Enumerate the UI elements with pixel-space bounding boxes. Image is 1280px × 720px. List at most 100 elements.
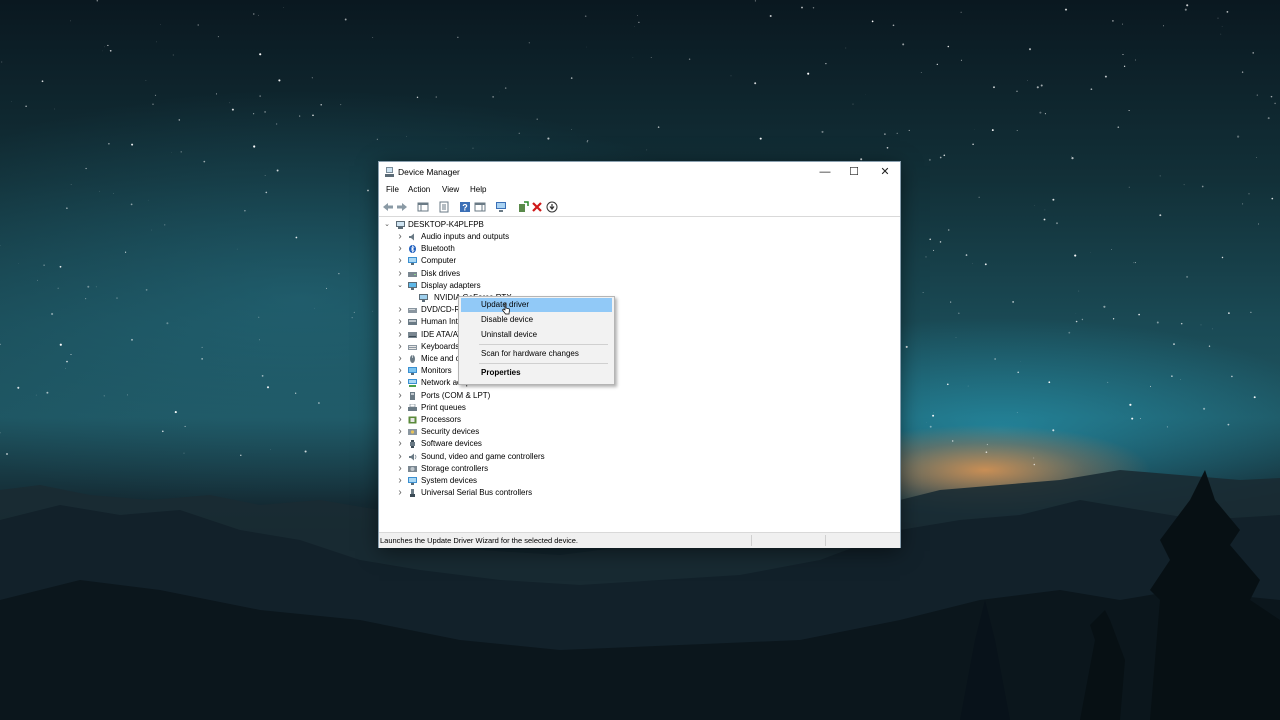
- context-menu-item[interactable]: Uninstall device: [461, 328, 612, 342]
- tree-item-label: Computer: [421, 256, 457, 266]
- tree-root[interactable]: ⌄ DESKTOP-K4PLFPB: [383, 219, 583, 231]
- keyboard-icon: [408, 344, 417, 350]
- processor-icon: [408, 416, 417, 424]
- system-devices-icon: [408, 477, 417, 485]
- chevron-right-icon[interactable]: ›: [396, 377, 404, 389]
- speaker-icon: [409, 233, 414, 241]
- svg-text:?: ?: [462, 203, 468, 213]
- chevron-down-icon[interactable]: ⌄: [396, 280, 404, 292]
- menu-file[interactable]: File: [386, 185, 399, 194]
- computer-icon: [396, 221, 405, 229]
- network-icon: [408, 379, 417, 388]
- chevron-right-icon[interactable]: ›: [396, 487, 404, 499]
- update-driver-icon[interactable]: [495, 201, 507, 213]
- hid-icon: [408, 319, 417, 326]
- tree-category[interactable]: › Universal Serial Bus controllers: [396, 487, 596, 499]
- chevron-right-icon[interactable]: ›: [396, 243, 404, 255]
- mouse-icon: [410, 355, 415, 363]
- tree-item-label: Ports (COM & LPT): [421, 390, 491, 400]
- chevron-right-icon[interactable]: ›: [396, 353, 404, 365]
- chevron-right-icon[interactable]: ›: [396, 426, 404, 438]
- menu-action[interactable]: Action: [408, 185, 430, 194]
- add-driver-icon[interactable]: [517, 201, 529, 213]
- forward-icon[interactable]: [396, 201, 408, 213]
- tree-category[interactable]: › Ports (COM & LPT): [396, 390, 596, 402]
- menu-separator: [479, 344, 608, 345]
- computer-icon: [408, 257, 417, 266]
- chevron-right-icon[interactable]: ›: [396, 463, 404, 475]
- chevron-right-icon[interactable]: ›: [396, 255, 404, 267]
- ide-icon: [408, 331, 417, 338]
- title-bar[interactable]: Device Manager — ☐ ✕: [379, 162, 900, 182]
- tree-category[interactable]: › Sound, video and game controllers: [396, 451, 596, 463]
- context-menu-item[interactable]: Properties: [461, 366, 612, 380]
- chevron-down-icon[interactable]: ⌄: [383, 219, 391, 231]
- maximize-button[interactable]: ☐: [839, 162, 869, 182]
- show-hide-console-tree-icon[interactable]: [417, 201, 429, 213]
- tree-item-label: Audio inputs and outputs: [421, 232, 510, 241]
- tree-category[interactable]: › Disk drives: [396, 268, 596, 280]
- context-menu-item[interactable]: Update driver: [461, 298, 612, 312]
- chevron-right-icon[interactable]: ›: [396, 438, 404, 450]
- printer-icon: [408, 403, 417, 411]
- tree-category[interactable]: › Audio inputs and outputs: [396, 231, 596, 243]
- chevron-right-icon[interactable]: ›: [396, 451, 404, 463]
- chevron-right-icon[interactable]: ›: [396, 304, 404, 316]
- uninstall-device-icon[interactable]: [531, 201, 543, 213]
- properties-icon[interactable]: [438, 201, 450, 213]
- tree-category[interactable]: › Bluetooth: [396, 243, 596, 255]
- tree-item-label: Disk drives: [421, 268, 461, 278]
- menu-view[interactable]: View: [442, 185, 459, 194]
- menu-separator: [479, 363, 608, 364]
- device-manager-icon: [385, 167, 394, 177]
- tree-category[interactable]: › Security devices: [396, 426, 596, 438]
- tree-category[interactable]: › Software devices: [396, 438, 596, 450]
- dvd-icon: [408, 308, 417, 314]
- status-divider: [751, 535, 752, 546]
- context-menu: Update driver Disable device Uninstall dev…: [458, 296, 615, 385]
- chevron-right-icon[interactable]: ›: [396, 390, 404, 402]
- tree-item-label: Processors: [421, 415, 462, 424]
- chevron-right-icon[interactable]: ›: [396, 414, 404, 426]
- port-icon: [410, 391, 415, 400]
- tree-item-label: Security devices: [421, 427, 480, 437]
- gpu-icon: [419, 294, 428, 302]
- menu-help[interactable]: Help: [470, 185, 486, 194]
- tree-category[interactable]: › Print queues: [396, 402, 596, 414]
- tree-item-label: Universal Serial Bus controllers: [421, 488, 533, 498]
- tree-category[interactable]: › System devices: [396, 475, 596, 487]
- chevron-right-icon[interactable]: ›: [396, 475, 404, 487]
- status-bar: Launches the Update Driver Wizard for th…: [379, 532, 900, 548]
- scan-hardware-icon[interactable]: [546, 201, 558, 213]
- back-icon[interactable]: [382, 201, 394, 213]
- usb-icon: [410, 489, 415, 498]
- status-divider: [825, 535, 826, 546]
- storage-icon: [408, 465, 417, 472]
- chevron-right-icon[interactable]: ›: [396, 231, 404, 243]
- chevron-right-icon[interactable]: ›: [396, 341, 404, 353]
- chevron-right-icon[interactable]: ›: [396, 365, 404, 377]
- toolbar: ?: [379, 198, 900, 217]
- context-menu-item[interactable]: Scan for hardware changes: [461, 347, 612, 361]
- tree-item-label: Monitors: [421, 366, 452, 376]
- chevron-right-icon[interactable]: ›: [396, 268, 404, 280]
- chevron-right-icon[interactable]: ›: [396, 402, 404, 414]
- tree-category[interactable]: › Processors: [396, 414, 596, 426]
- tree-category[interactable]: › Computer: [396, 255, 596, 267]
- help-icon[interactable]: ?: [459, 201, 471, 213]
- monitor-icon: [408, 367, 417, 376]
- sound-icon: [409, 453, 417, 461]
- minimize-button[interactable]: —: [810, 162, 840, 182]
- disk-drive-icon: [408, 271, 417, 277]
- chevron-right-icon[interactable]: ›: [396, 316, 404, 328]
- chevron-right-icon[interactable]: ›: [396, 329, 404, 341]
- root-label: DESKTOP-K4PLFPB: [408, 220, 484, 229]
- tree-category[interactable]: ⌄ Display adapters: [396, 280, 596, 292]
- action-pane-icon[interactable]: [474, 201, 486, 213]
- tree-category[interactable]: › Storage controllers: [396, 463, 596, 475]
- context-menu-label: Properties: [481, 368, 521, 377]
- close-button[interactable]: ✕: [870, 162, 900, 182]
- context-menu-item[interactable]: Disable device: [461, 313, 612, 327]
- tree-item-label: Keyboards: [421, 341, 460, 351]
- context-menu-label: Scan for hardware changes: [481, 349, 579, 358]
